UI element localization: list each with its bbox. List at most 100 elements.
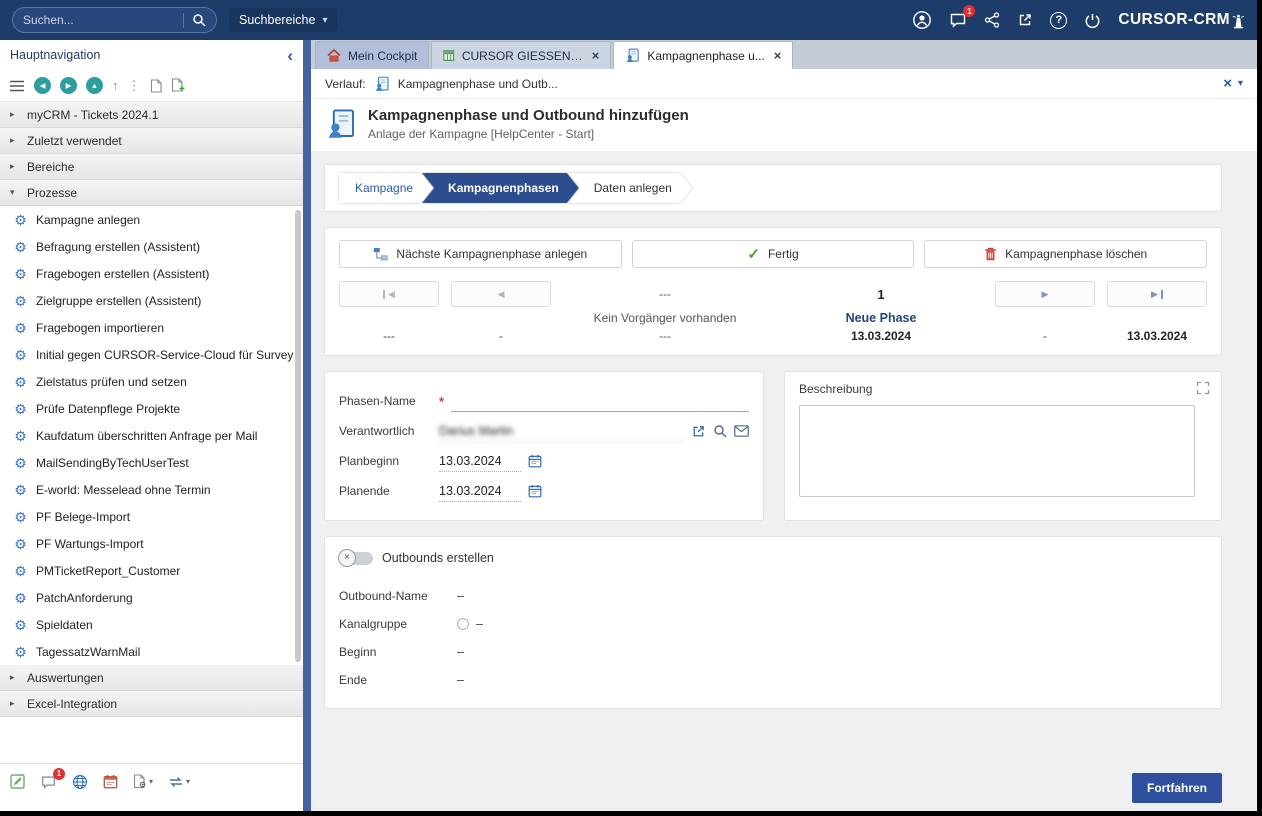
logout-power-icon[interactable] (1084, 12, 1101, 29)
responsible-value[interactable]: Darius Martin (439, 420, 684, 442)
history-label: Verlauf: (325, 77, 366, 91)
process-item[interactable]: ⚙MailSendingByTechUserTest (0, 449, 303, 476)
crm-window: Suchbereiche ▾ 1 ? (0, 0, 1257, 811)
wizard-step-kampagnenphasen[interactable]: Kampagnenphasen (422, 173, 579, 203)
web-search-icon[interactable] (72, 774, 88, 790)
process-item[interactable]: ⚙PMTicketReport_Customer (0, 557, 303, 584)
more-options-icon[interactable]: ⋮ (128, 79, 141, 92)
process-item[interactable]: ⚙Kampagne anlegen (0, 206, 303, 233)
process-item[interactable]: ⚙PF Belege-Import (0, 503, 303, 530)
next-phase-button[interactable]: ▶ (995, 281, 1095, 307)
check-icon: ✓ (747, 247, 760, 262)
campaign-doc-icon (625, 48, 640, 63)
process-item[interactable]: ⚙Kaufdatum überschritten Anfrage per Mai… (0, 422, 303, 449)
process-item[interactable]: ⚙Prüfe Datenpflege Projekte (0, 395, 303, 422)
finish-button[interactable]: ✓ Fertig (632, 240, 915, 268)
document-settings-icon[interactable]: ▾ (133, 774, 153, 789)
process-item[interactable]: ⚙Spieldaten (0, 611, 303, 638)
sidebar-scrollbar[interactable] (295, 210, 301, 662)
sidebar-section-auswertungen[interactable]: ▸ Auswertungen (0, 665, 303, 691)
previous-phase-button[interactable]: ◀ (451, 281, 551, 307)
nav-back-icon[interactable]: ◀ (34, 77, 51, 94)
tab-cursor-giessen[interactable]: CURSOR GIESSEN, Gi... × (431, 41, 611, 69)
tab-close-icon[interactable]: × (774, 49, 782, 62)
wizard-step-kampagne[interactable]: Kampagne (339, 173, 433, 203)
calendar-picker-icon[interactable] (528, 484, 542, 498)
mail-icon[interactable] (734, 425, 749, 437)
section-label: Excel-Integration (27, 697, 117, 711)
global-search[interactable] (12, 7, 217, 33)
process-item[interactable]: ⚙Zielgruppe erstellen (Assistent) (0, 287, 303, 314)
sync-icon[interactable]: ▾ (168, 776, 190, 788)
first-phase-button[interactable]: ◀ (339, 281, 439, 307)
channel-group-radio[interactable] (457, 618, 469, 630)
delete-phase-button[interactable]: Kampagnenphase löschen (924, 240, 1207, 268)
sidebar-section-mycrm[interactable]: ▸ myCRM - Tickets 2024.1 (0, 102, 303, 128)
process-item[interactable]: ⚙PatchAnforderung (0, 584, 303, 611)
tab-mein-cockpit[interactable]: Mein Cockpit (315, 41, 429, 69)
button-label: Fertig (768, 247, 799, 261)
search-icon[interactable] (192, 13, 206, 27)
sidebar-section-zuletzt[interactable]: ▸ Zuletzt verwendet (0, 128, 303, 154)
menu-icon[interactable] (9, 80, 25, 92)
expand-icon[interactable] (1196, 381, 1210, 400)
sidebar-section-excel[interactable]: ▸ Excel-Integration (0, 691, 303, 717)
process-item[interactable]: ⚙Fragebogen importieren (0, 314, 303, 341)
chevron-down-icon[interactable]: ▾ (1238, 78, 1243, 89)
phase-name-input[interactable] (451, 390, 749, 412)
calendar-icon[interactable] (103, 774, 118, 789)
search-input[interactable] (23, 13, 175, 27)
messages-icon[interactable]: 1 (40, 774, 57, 790)
search-scopes-button[interactable]: Suchbereiche ▾ (229, 8, 337, 32)
tri-right-icon: ▸ (10, 135, 19, 146)
process-item[interactable]: ⚙Fragebogen erstellen (Assistent) (0, 260, 303, 287)
lookup-search-icon[interactable] (713, 424, 727, 438)
create-next-phase-button[interactable]: Nächste Kampagnenphase anlegen (339, 240, 622, 268)
process-item[interactable]: ⚙E-world: Messelead ohne Termin (0, 476, 303, 503)
page-icon[interactable] (150, 79, 162, 93)
last-phase-button[interactable]: ▶ (1107, 281, 1207, 307)
process-item[interactable]: ⚙Zielstatus prüfen und setzen (0, 368, 303, 395)
description-textarea[interactable] (799, 405, 1195, 497)
nav-up-icon[interactable]: ▲ (86, 77, 103, 94)
process-item[interactable]: ⚙Initial gegen CURSOR-Service-Cloud für … (0, 341, 303, 368)
campaign-doc-icon-large (325, 108, 357, 140)
sidebar-header: Hauptnavigation ‹ (0, 40, 303, 70)
sidebar-section-bereiche[interactable]: ▸ Bereiche (0, 154, 303, 180)
new-page-icon[interactable] (171, 78, 185, 93)
move-up-icon[interactable]: ↑ (112, 79, 119, 92)
close-history-icon[interactable]: × (1223, 76, 1232, 91)
sidebar-section-prozesse[interactable]: ▾ Prozesse (0, 180, 303, 206)
outbound-card: × Outbounds erstellen Outbound-Name – Ka… (324, 536, 1222, 709)
process-item[interactable]: ⚙TagessatzWarnMail (0, 638, 303, 665)
help-icon[interactable]: ? (1050, 12, 1067, 29)
chevron-down-icon: ▾ (149, 777, 153, 786)
plan-start-value[interactable]: 13.03.2024 (439, 450, 521, 472)
calendar-picker-icon[interactable] (528, 454, 542, 468)
continue-button[interactable]: Fortfahren (1132, 773, 1222, 803)
process-item-label: Fragebogen erstellen (Assistent) (36, 267, 209, 281)
open-record-icon[interactable] (691, 424, 706, 439)
outbound-toggle[interactable]: × (343, 552, 373, 565)
nav-forward-icon[interactable]: ▶ (60, 77, 77, 94)
share-icon[interactable] (984, 12, 1000, 28)
history-entry[interactable]: Kampagnenphase und Outb... (398, 77, 558, 91)
sidebar-splitter[interactable] (303, 40, 311, 811)
open-external-icon[interactable] (1017, 12, 1033, 28)
process-item[interactable]: ⚙Befragung erstellen (Assistent) (0, 233, 303, 260)
tab-close-icon[interactable]: × (592, 49, 600, 62)
history-row: Verlauf: Kampagnenphase und Outb... × ▾ (311, 69, 1257, 99)
plan-end-value[interactable]: 13.03.2024 (439, 480, 521, 502)
tab-kampagnenphase[interactable]: Kampagnenphase u... × (613, 41, 793, 69)
sidebar-sections: ▸ myCRM - Tickets 2024.1 ▸ Zuletzt verwe… (0, 102, 303, 763)
responsible-label: Verantwortlich (339, 424, 439, 438)
brand-logo: CURSOR-CRM (1118, 11, 1245, 29)
edit-note-icon[interactable] (10, 774, 25, 789)
wizard-step-daten-anlegen[interactable]: Daten anlegen (568, 173, 692, 203)
notifications-icon[interactable]: 1 (949, 11, 967, 29)
process-item-label: Spieldaten (36, 618, 93, 632)
button-label: Nächste Kampagnenphase anlegen (396, 247, 587, 261)
user-account-icon[interactable] (912, 10, 932, 30)
process-item[interactable]: ⚙PF Wartungs-Import (0, 530, 303, 557)
collapse-sidebar-icon[interactable]: ‹ (287, 47, 293, 64)
